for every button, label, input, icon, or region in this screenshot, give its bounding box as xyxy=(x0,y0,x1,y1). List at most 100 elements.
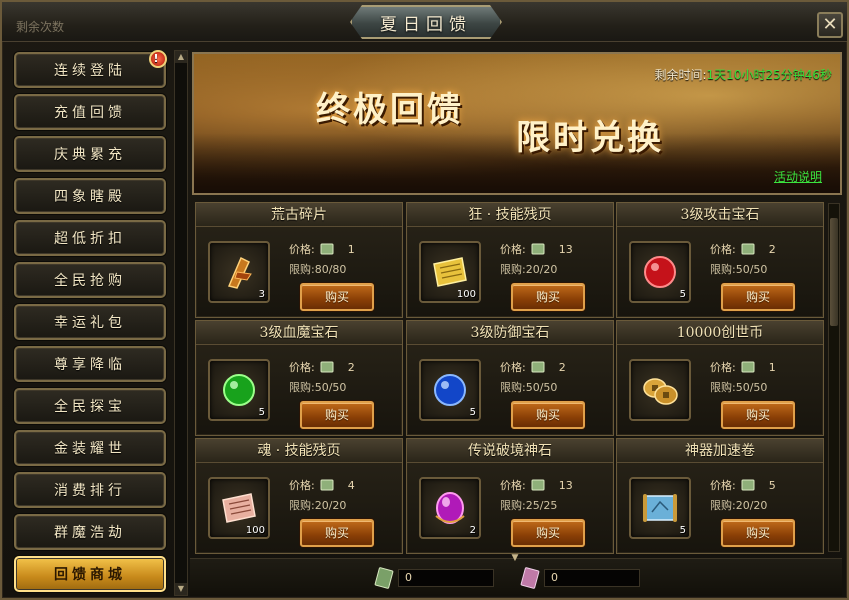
green-coupon-icon xyxy=(741,479,755,491)
buy-button[interactable]: 购买 xyxy=(721,283,795,311)
buy-button[interactable]: 购买 xyxy=(300,401,374,429)
item-slot[interactable]: 3 xyxy=(208,241,270,303)
buy-button[interactable]: 购买 xyxy=(511,283,585,311)
shop-item-card: 传说破境神石 2 价格: 13 限购:25/25 购买 xyxy=(406,438,614,554)
scroll-thumb[interactable] xyxy=(830,218,838,326)
limit-value: 20/20 xyxy=(735,499,768,512)
sidebar-scrollbar[interactable]: ▲ ▼ xyxy=(174,50,188,596)
item-slot[interactable]: 5 xyxy=(629,477,691,539)
item-quantity: 5 xyxy=(258,407,265,418)
sidebar-item-demon-raid[interactable]: 群魔浩劫 xyxy=(14,514,166,550)
item-slot[interactable]: 5 xyxy=(629,241,691,303)
limit-row: 限购:80/80 xyxy=(289,261,346,277)
shop-scrollbar[interactable] xyxy=(828,203,840,552)
sidebar-item-celebration[interactable]: 庆典累充 xyxy=(14,136,166,172)
limit-row: 限购:50/50 xyxy=(710,379,767,395)
sidebar-item-login[interactable]: 连续登陆 ! xyxy=(14,50,167,88)
item-slot[interactable] xyxy=(629,359,691,421)
item-name: 神器加速卷 xyxy=(617,439,823,463)
limit-value: 50/50 xyxy=(314,381,347,394)
alert-icon: ! xyxy=(149,50,167,68)
item-slot[interactable]: 100 xyxy=(419,241,481,303)
sidebar-item-label: 全民探宝 xyxy=(54,399,126,415)
window-title: 夏日回馈 xyxy=(350,5,502,39)
price-label: 价格: xyxy=(500,361,526,374)
limit-value: 50/50 xyxy=(525,381,558,394)
blue-gem-icon xyxy=(434,374,466,406)
sidebar-item-feedback-shop[interactable]: 回馈商城 xyxy=(14,556,166,592)
sidebar-item-treasure-hunt[interactable]: 全民探宝 xyxy=(14,388,166,424)
item-name: 3级防御宝石 xyxy=(407,321,613,345)
shop-item-card: 神器加速卷 5 价格: 5 限购:20/20 购买 xyxy=(616,438,824,554)
pink-coupon-icon xyxy=(520,567,540,589)
price-label: 价格: xyxy=(289,243,315,256)
green-coupon-icon xyxy=(320,479,334,491)
limit-row: 限购:25/25 xyxy=(500,497,557,513)
price-row: 价格: 4 xyxy=(289,477,355,493)
price-value: 1 xyxy=(347,243,355,256)
skill-page-gold-icon xyxy=(433,257,467,287)
item-quantity: 100 xyxy=(245,525,265,536)
price-label: 价格: xyxy=(289,479,315,492)
sidebar-item-four-symbols[interactable]: 四象瞎殿 xyxy=(14,178,166,214)
buy-button[interactable]: 购买 xyxy=(721,519,795,547)
item-name: 狂 · 技能残页 xyxy=(407,203,613,227)
item-slot[interactable]: 100 xyxy=(208,477,270,539)
sidebar-item-flash-buy[interactable]: 全民抢购 xyxy=(14,262,166,298)
scroll-icon xyxy=(643,494,677,522)
limit-label: 限购: xyxy=(710,381,736,394)
green-coupon-icon xyxy=(531,361,545,373)
scroll-up-icon[interactable]: ▲ xyxy=(175,51,187,63)
sidebar-item-label: 回馈商城 xyxy=(54,567,126,583)
price-label: 价格: xyxy=(710,361,736,374)
sidebar-item-vip-arrival[interactable]: 尊享降临 xyxy=(14,346,166,382)
price-label: 价格: xyxy=(289,361,315,374)
price-row: 价格: 13 xyxy=(500,477,573,493)
title-bar: 剩余次数 夏日回馈 ✕ xyxy=(2,2,847,42)
price-row: 价格: 2 xyxy=(500,359,566,375)
item-name: 魂 · 技能残页 xyxy=(196,439,402,463)
close-button[interactable]: ✕ xyxy=(817,12,843,38)
item-slot[interactable]: 5 xyxy=(208,359,270,421)
scroll-down-icon[interactable]: ▼ xyxy=(175,583,187,595)
item-name: 3级血魔宝石 xyxy=(196,321,402,345)
shop-item-card: 荒古碎片 3 价格: 1 限购:80/80 购买 xyxy=(195,202,403,318)
price-value: 13 xyxy=(558,479,573,492)
sidebar-item-label: 连续登陆 xyxy=(54,63,126,79)
item-name: 传说破境神石 xyxy=(407,439,613,463)
timer-label: 剩余时间: xyxy=(654,68,707,82)
item-quantity: 3 xyxy=(258,289,265,300)
item-slot[interactable]: 5 xyxy=(419,359,481,421)
item-quantity: 100 xyxy=(456,289,476,300)
price-row: 价格: 1 xyxy=(289,241,355,257)
buy-button[interactable]: 购买 xyxy=(511,519,585,547)
sidebar-item-label: 金装耀世 xyxy=(54,441,126,457)
sidebar-item-discount[interactable]: 超低折扣 xyxy=(14,220,166,256)
sidebar-item-recharge[interactable]: 充值回馈 xyxy=(14,94,166,130)
item-slot[interactable]: 2 xyxy=(419,477,481,539)
sidebar-item-label: 消费排行 xyxy=(54,483,126,499)
green-coupon-icon xyxy=(320,361,334,373)
buy-button[interactable]: 购买 xyxy=(511,401,585,429)
sidebar-item-gold-gear[interactable]: 金装耀世 xyxy=(14,430,166,466)
buy-button[interactable]: 购买 xyxy=(300,283,374,311)
shop-item-card: 狂 · 技能残页 100 价格: 13 限购:20/20 购买 xyxy=(406,202,614,318)
sidebar-item-spend-ranking[interactable]: 消费排行 xyxy=(14,472,166,508)
limit-label: 限购: xyxy=(500,381,526,394)
purple-stone-icon xyxy=(435,492,465,524)
chevron-down-icon: ▼ xyxy=(511,553,519,563)
event-description-link[interactable]: 活动说明 xyxy=(774,168,822,185)
sidebar-item-label: 全民抢购 xyxy=(54,273,126,289)
limit-row: 限购:20/20 xyxy=(710,497,767,513)
buy-button[interactable]: 购买 xyxy=(300,519,374,547)
price-row: 价格: 1 xyxy=(710,359,776,375)
item-quantity: 5 xyxy=(469,407,476,418)
sidebar-item-label: 群魔浩劫 xyxy=(54,525,126,541)
sidebar-item-lucky-pack[interactable]: 幸运礼包 xyxy=(14,304,166,340)
limit-value: 20/20 xyxy=(314,499,347,512)
banner-title-exchange: 限时兑换 xyxy=(516,118,664,158)
limit-row: 限购:20/20 xyxy=(289,497,346,513)
banner-title-ultimate: 终极回馈 xyxy=(316,90,464,130)
sidebar-item-label: 超低折扣 xyxy=(54,231,126,247)
buy-button[interactable]: 购买 xyxy=(721,401,795,429)
